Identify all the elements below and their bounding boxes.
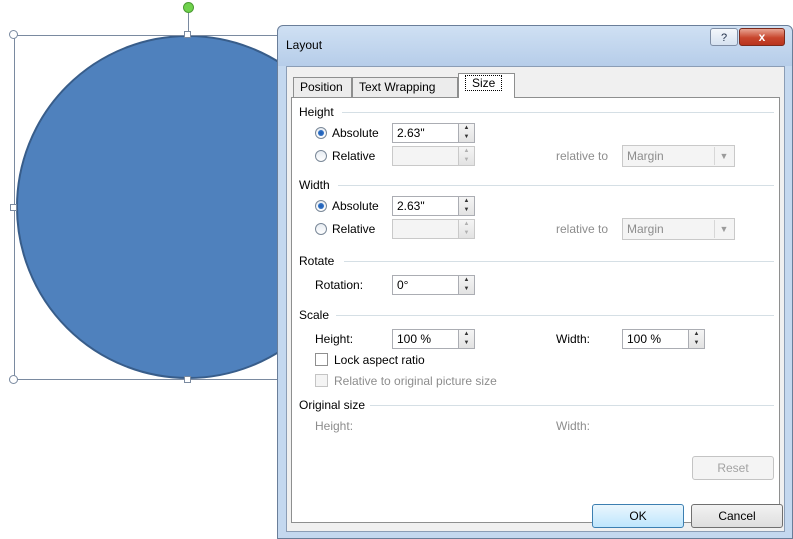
height-absolute-spinner[interactable]: ▲ ▼ — [458, 123, 475, 143]
width-relative-spinner[interactable]: ▲ ▼ — [458, 219, 475, 239]
reset-button[interactable]: Reset — [692, 456, 774, 480]
height-absolute-radio[interactable] — [315, 127, 327, 139]
resize-handle-left[interactable] — [10, 204, 17, 211]
height-relative-radio[interactable] — [315, 150, 327, 162]
tab-position[interactable]: Position — [293, 77, 352, 97]
resize-handle-top[interactable] — [184, 31, 191, 38]
tab-text-wrapping[interactable]: Text Wrapping — [352, 77, 458, 97]
height-relative-to-select[interactable]: Margin ▼ — [622, 145, 735, 167]
width-relative-input[interactable] — [392, 219, 460, 239]
scale-height-input[interactable]: 100 % — [392, 329, 460, 349]
scale-group-label: Scale — [299, 308, 330, 322]
relative-original-size-label: Relative to original picture size — [334, 374, 497, 388]
scale-width-label: Width: — [556, 332, 591, 346]
height-absolute-input[interactable]: 2.63" — [392, 123, 460, 143]
divider — [344, 261, 774, 262]
divider — [338, 185, 774, 186]
height-relative-to-label: relative to — [556, 149, 609, 163]
original-width-label: Width: — [556, 419, 591, 433]
divider — [342, 112, 774, 113]
height-group-label: Height — [299, 105, 334, 119]
lock-aspect-ratio-checkbox[interactable] — [315, 353, 328, 366]
scale-width-input[interactable]: 100 % — [622, 329, 690, 349]
width-absolute-label: Absolute — [332, 199, 379, 213]
help-button[interactable]: ? — [710, 28, 738, 46]
height-relative-spinner[interactable]: ▲ ▼ — [458, 146, 475, 166]
size-panel: Height Absolute 2.63" ▲ ▼ Relative ▲ ▼ rel… — [291, 97, 780, 523]
ok-button[interactable]: OK — [592, 504, 684, 528]
scale-height-spinner[interactable]: ▲ ▼ — [458, 329, 475, 349]
resize-handle-top-left[interactable] — [9, 30, 18, 39]
lock-aspect-ratio-label: Lock aspect ratio — [334, 353, 425, 367]
rotation-label: Rotation: — [315, 278, 364, 292]
rotation-handle[interactable] — [183, 2, 194, 13]
divider — [370, 405, 774, 406]
width-relative-to-select[interactable]: Margin ▼ — [622, 218, 735, 240]
width-relative-radio[interactable] — [315, 223, 327, 235]
original-height-label: Height: — [315, 419, 354, 433]
cancel-button[interactable]: Cancel — [691, 504, 783, 528]
rotation-spinner[interactable]: ▲ ▼ — [458, 275, 475, 295]
width-absolute-radio[interactable] — [315, 200, 327, 212]
relative-original-size-checkbox[interactable] — [315, 374, 328, 387]
width-absolute-spinner[interactable]: ▲ ▼ — [458, 196, 475, 216]
rotation-input[interactable]: 0° — [392, 275, 460, 295]
height-absolute-label: Absolute — [332, 126, 379, 140]
width-relative-label: Relative — [332, 222, 376, 236]
dialog-client: Position Text Wrapping Size Height Absol… — [286, 66, 785, 532]
height-relative-input[interactable] — [392, 146, 460, 166]
chevron-down-icon: ▼ — [714, 147, 733, 165]
original-size-group-label: Original size — [299, 398, 366, 412]
width-group-label: Width — [299, 178, 330, 192]
resize-handle-bottom[interactable] — [184, 376, 191, 383]
tab-size[interactable]: Size — [458, 73, 515, 98]
chevron-down-icon: ▼ — [714, 220, 733, 238]
rotate-group-label: Rotate — [299, 254, 335, 268]
close-button[interactable]: x — [739, 28, 785, 46]
width-relative-to-label: relative to — [556, 222, 609, 236]
scale-height-label: Height: — [315, 332, 354, 346]
height-relative-label: Relative — [332, 149, 376, 163]
divider — [336, 315, 774, 316]
width-absolute-input[interactable]: 2.63" — [392, 196, 460, 216]
resize-handle-bottom-left[interactable] — [9, 375, 18, 384]
scale-width-spinner[interactable]: ▲ ▼ — [688, 329, 705, 349]
layout-dialog: Layout ? x Position Text Wrapping Size H… — [277, 25, 793, 539]
dialog-title: Layout — [286, 38, 323, 52]
